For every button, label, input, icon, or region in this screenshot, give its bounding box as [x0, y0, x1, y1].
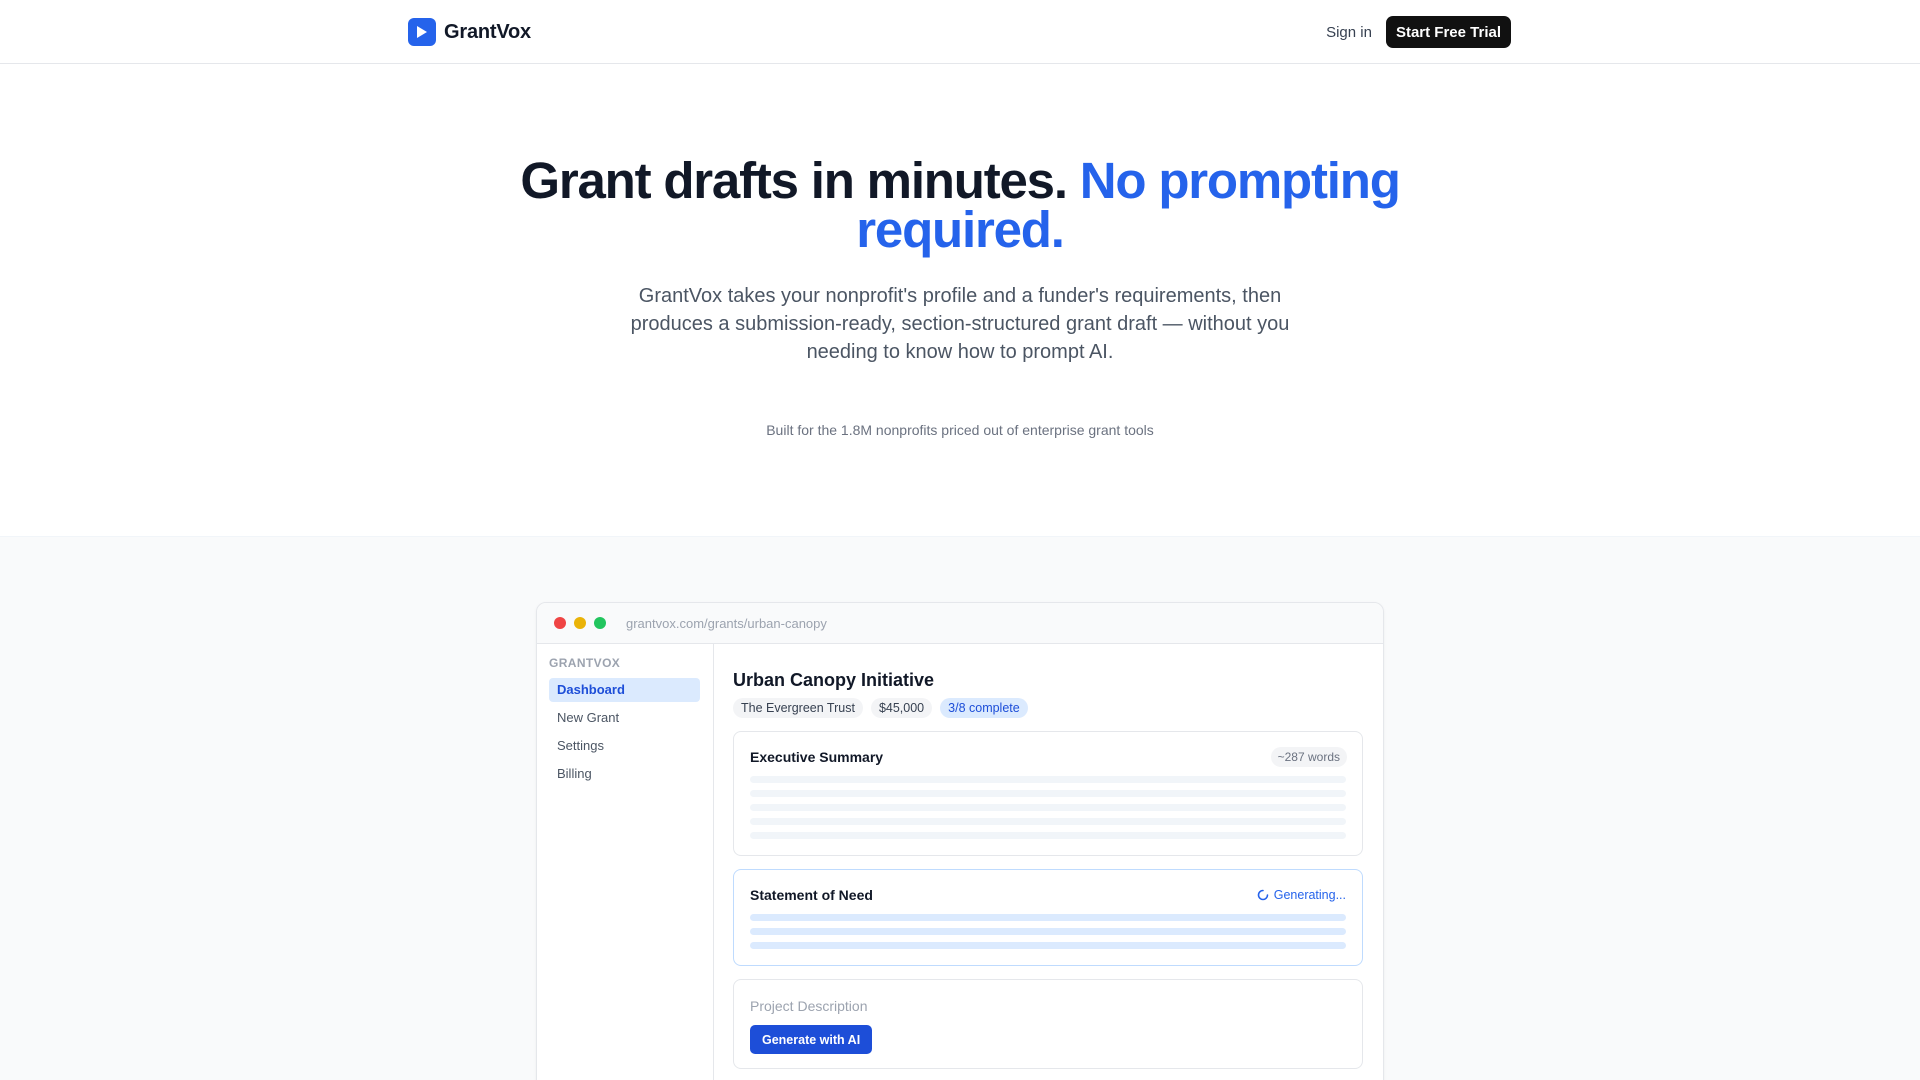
generating-label: Generating...	[1273, 888, 1346, 902]
hero-subtitle: GrantVox takes your nonprofit's profile …	[630, 285, 1290, 363]
app-sidebar: GRANTVOX Dashboard New Grant Settings Bi…	[537, 644, 714, 1080]
maximize-dot-icon	[594, 617, 606, 629]
sidebar-item-new-grant[interactable]: New Grant	[549, 706, 700, 730]
close-dot-icon	[554, 617, 566, 629]
text-placeholder-line	[750, 914, 1346, 921]
progress-badge: 3/8 complete	[940, 698, 1028, 718]
address-url: grantvox.com/grants/urban-canopy	[626, 615, 827, 631]
sign-in-link[interactable]: Sign in	[1326, 24, 1372, 41]
hero-note: Built for the 1.8M nonprofits priced out…	[766, 422, 1154, 438]
app-preview-window: grantvox.com/grants/urban-canopy GRANTVO…	[536, 602, 1384, 1080]
section-title: Statement of Need	[750, 887, 873, 903]
section-card-executive-summary[interactable]: Executive Summary ~287 words	[733, 731, 1363, 856]
hero-headline: Grant drafts in minutes. No prompting re…	[460, 155, 1460, 255]
sidebar-brand: GRANTVOX	[549, 656, 621, 670]
text-placeholder-line	[750, 832, 1346, 839]
section-title: Executive Summary	[750, 749, 884, 765]
spinner-icon	[1257, 889, 1269, 901]
minimize-dot-icon	[574, 617, 586, 629]
start-free-trial-button[interactable]: Start Free Trial	[1385, 16, 1511, 48]
section-card-statement-of-need[interactable]: Statement of Need Generating...	[733, 869, 1363, 966]
header-actions: Sign in Start Free Trial	[1326, 16, 1511, 48]
funder-badge: The Evergreen Trust	[733, 698, 863, 718]
play-icon	[408, 18, 436, 46]
app-content: Urban Canopy Initiative The Evergreen Tr…	[733, 644, 1363, 1080]
sidebar-item-billing[interactable]: Billing	[549, 762, 700, 786]
text-placeholder-line	[750, 818, 1346, 825]
sidebar-item-dashboard[interactable]: Dashboard	[549, 678, 700, 702]
project-meta: The Evergreen Trust $45,000 3/8 complete	[733, 698, 1028, 718]
text-placeholder-line	[750, 790, 1346, 797]
project-title: Urban Canopy Initiative	[733, 670, 935, 690]
section-title: Project Description	[750, 998, 868, 1014]
word-count-badge: ~287 words	[1270, 747, 1347, 767]
generate-with-ai-button[interactable]: Generate with AI	[750, 1025, 873, 1054]
sidebar-item-settings[interactable]: Settings	[549, 734, 700, 758]
generating-status: Generating...	[1257, 888, 1346, 902]
text-placeholder-line	[750, 928, 1346, 935]
site-header: GrantVox Sign in Start Free Trial	[0, 0, 1920, 64]
text-placeholder-line	[750, 776, 1346, 783]
text-placeholder-line	[750, 942, 1346, 949]
section-card-project-description: Project Description Generate with AI	[733, 979, 1363, 1069]
hero-section: Grant drafts in minutes. No prompting re…	[0, 64, 1920, 536]
brand-logo[interactable]: GrantVox	[408, 18, 531, 46]
text-placeholder-line	[750, 804, 1346, 811]
amount-badge: $45,000	[870, 698, 933, 718]
window-titlebar: grantvox.com/grants/urban-canopy	[537, 603, 1383, 644]
brand-name: GrantVox	[444, 20, 531, 43]
